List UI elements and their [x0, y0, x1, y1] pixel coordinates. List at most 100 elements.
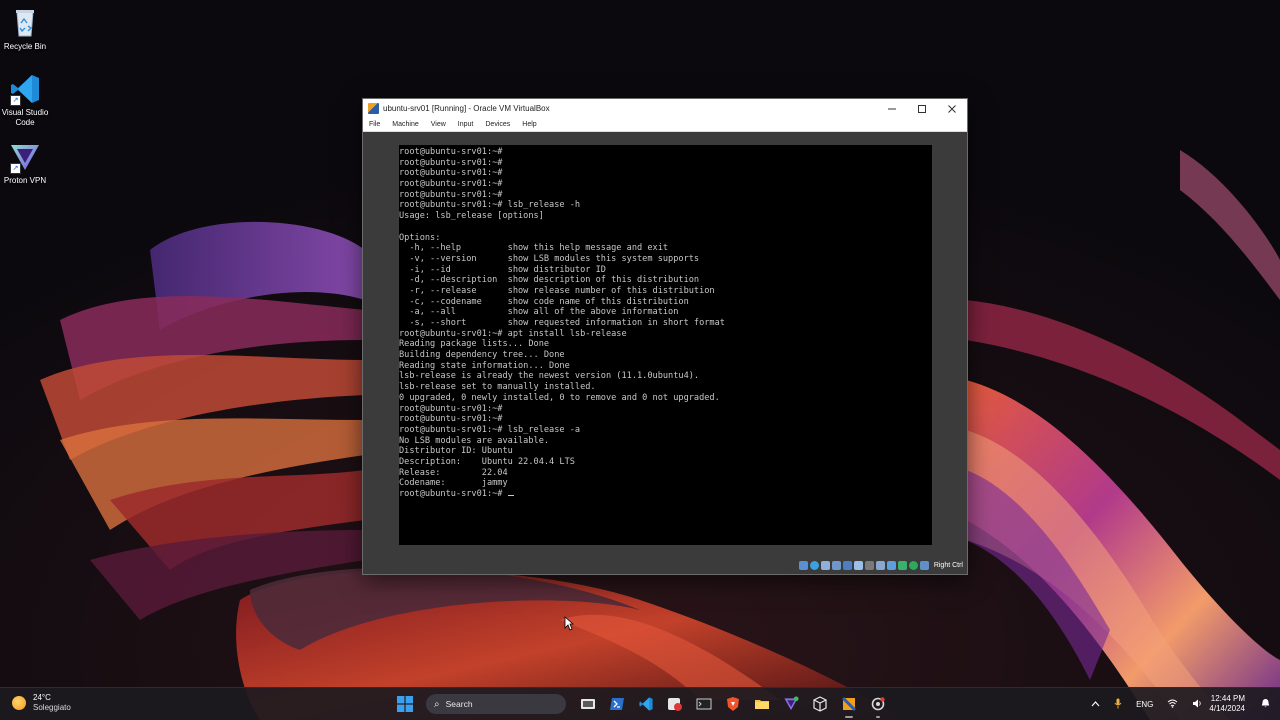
taskbar-app-settings[interactable]	[866, 692, 890, 718]
taskbar-powershell[interactable]	[605, 692, 629, 716]
desktop-icon-vscode[interactable]: ↗ Visual Studio Code	[0, 72, 50, 128]
host-key-label: Right Ctrl	[933, 561, 963, 569]
terminal-line: No LSB modules are available.	[399, 435, 550, 446]
settings-gear-icon	[871, 697, 885, 711]
terminal-line: -h, --help show this help message and ex…	[399, 243, 669, 254]
terminal-line: root@ubuntu-srv01:~#	[399, 414, 503, 425]
close-icon	[948, 104, 956, 113]
language-indicator[interactable]: ENG	[1136, 700, 1153, 709]
terminal-line: root@ubuntu-srv01:~#	[399, 403, 503, 414]
virtualbox-vm-window[interactable]: ubuntu-srv01 [Running] - Oracle VM Virtu…	[362, 98, 968, 575]
terminal-line: root@ubuntu-srv01:~#	[399, 179, 503, 190]
shortcut-arrow-icon: ↗	[10, 163, 21, 174]
shortcut-arrow-icon: ↗	[10, 95, 21, 106]
desktop-icon-label: Visual Studio Code	[1, 108, 49, 127]
menu-help[interactable]: Help	[516, 121, 542, 128]
snipping-tool-icon	[668, 698, 682, 711]
taskbar-search[interactable]: ⌕ Search	[426, 694, 566, 714]
terminal-line: Codename: jammy	[399, 478, 508, 489]
minimize-button[interactable]	[877, 99, 907, 118]
terminal-line: Reading package lists... Done	[399, 339, 550, 350]
terminal-output: root@ubuntu-srv01:~# root@ubuntu-srv01:~#…	[399, 145, 932, 500]
start-button[interactable]	[394, 693, 416, 715]
usb-icon[interactable]	[842, 560, 852, 570]
vm-display[interactable]: root@ubuntu-srv01:~# root@ubuntu-srv01:~#…	[399, 145, 932, 545]
terminal-line: lsb-release is already the newest versio…	[399, 371, 700, 382]
audio-icon[interactable]	[820, 560, 830, 570]
terminal-line: root@ubuntu-srv01:~#	[399, 147, 503, 157]
desktop-icon-label: Recycle Bin	[3, 42, 47, 51]
brave-browser-icon	[727, 697, 739, 711]
terminal-line: Description: Ubuntu 22.04.4 LTS	[399, 456, 575, 467]
taskbar-brave-browser[interactable]	[721, 692, 745, 716]
taskbar-terminal[interactable]	[692, 692, 716, 716]
terminal-line: Usage: lsb_release [options]	[399, 211, 544, 222]
powershell-icon	[610, 698, 624, 710]
maximize-button[interactable]	[907, 99, 937, 118]
network-icon[interactable]	[831, 560, 841, 570]
taskbar-vscode[interactable]	[634, 692, 658, 716]
terminal-line: -a, --all show all of the above informat…	[399, 307, 679, 318]
folder-icon	[755, 700, 769, 709]
microphone-icon[interactable]	[1114, 698, 1122, 711]
terminal-line: lsb-release set to manually installed.	[399, 382, 596, 393]
close-button[interactable]	[937, 99, 967, 118]
window-titlebar[interactable]: ubuntu-srv01 [Running] - Oracle VM Virtu…	[363, 99, 967, 118]
clock[interactable]: 12:44 PM 4/14/2024	[1209, 694, 1245, 714]
menu-view[interactable]: View	[425, 121, 452, 128]
terminal-line: root@ubuntu-srv01:~# lsb_release -a	[399, 424, 581, 435]
video-capture-icon[interactable]	[875, 560, 885, 570]
terminal-icon	[696, 698, 712, 710]
wifi-icon[interactable]	[1167, 699, 1178, 710]
terminal-line: -i, --id show distributor ID	[399, 264, 606, 275]
terminal-line: -v, --version show LSB modules this syst…	[399, 253, 700, 264]
taskbar-proton-vpn[interactable]	[779, 692, 803, 716]
taskbar-virtualbox[interactable]	[837, 692, 861, 718]
optical-drive-icon[interactable]	[809, 560, 819, 570]
notification-bell-icon[interactable]	[1261, 698, 1270, 710]
menu-devices[interactable]: Devices	[479, 121, 516, 128]
sun-icon	[12, 696, 26, 710]
window-title: ubuntu-srv01 [Running] - Oracle VM Virtu…	[383, 104, 550, 113]
terminal-cursor	[507, 495, 514, 496]
menu-machine[interactable]: Machine	[386, 121, 424, 128]
desktop-icon-recycle-bin[interactable]: Recycle Bin	[0, 6, 50, 52]
weather-widget[interactable]: 24°C Soleggiato	[12, 693, 71, 713]
vscode-icon: ↗	[8, 72, 42, 106]
taskbar-snipping-tool[interactable]	[663, 692, 687, 716]
guest-additions-icon[interactable]	[897, 560, 907, 570]
terminal-line: root@ubuntu-srv01:~#	[399, 157, 503, 168]
volume-icon[interactable]	[1192, 699, 1202, 710]
menu-file[interactable]: File	[363, 121, 386, 128]
virtualbox-icon	[841, 696, 857, 712]
search-icon: ⌕	[434, 698, 440, 710]
proton-vpn-icon: ↗	[8, 140, 42, 174]
terminal-line: -d, --description show description of th…	[399, 275, 700, 286]
proton-vpn-icon	[784, 696, 799, 711]
mouse-integration-icon[interactable]	[919, 560, 929, 570]
display-icon[interactable]	[864, 560, 874, 570]
vscode-icon	[639, 697, 653, 711]
hard-disk-icon[interactable]	[798, 560, 808, 570]
mouse-cursor-icon	[564, 616, 575, 636]
maximize-icon	[918, 104, 926, 113]
menu-input[interactable]: Input	[452, 121, 480, 128]
cpu-icon[interactable]	[886, 560, 896, 570]
windows-logo-icon	[397, 696, 413, 712]
shared-folders-icon[interactable]	[853, 560, 863, 570]
system-tray: ENG 12:44 PM 4/14/2024	[1084, 688, 1280, 720]
vt-x-icon[interactable]	[908, 560, 918, 570]
task-view-button[interactable]	[576, 692, 600, 716]
clock-time: 12:44 PM	[1210, 694, 1245, 703]
minimize-icon	[888, 108, 896, 109]
search-placeholder: Search	[445, 699, 473, 709]
terminal-line: root@ubuntu-srv01:~#	[399, 489, 932, 500]
taskbar-file-explorer[interactable]	[750, 692, 774, 716]
terminal-line: Release: 22.04	[399, 467, 508, 478]
terminal-line: root@ubuntu-srv01:~#	[399, 168, 503, 179]
desktop-icon-proton-vpn[interactable]: ↗ Proton VPN	[0, 140, 50, 186]
show-hidden-icons-chevron-up-icon[interactable]	[1091, 700, 1100, 709]
desktop-icon-label: Proton VPN	[3, 176, 47, 185]
taskbar-app-cube[interactable]	[808, 692, 832, 716]
